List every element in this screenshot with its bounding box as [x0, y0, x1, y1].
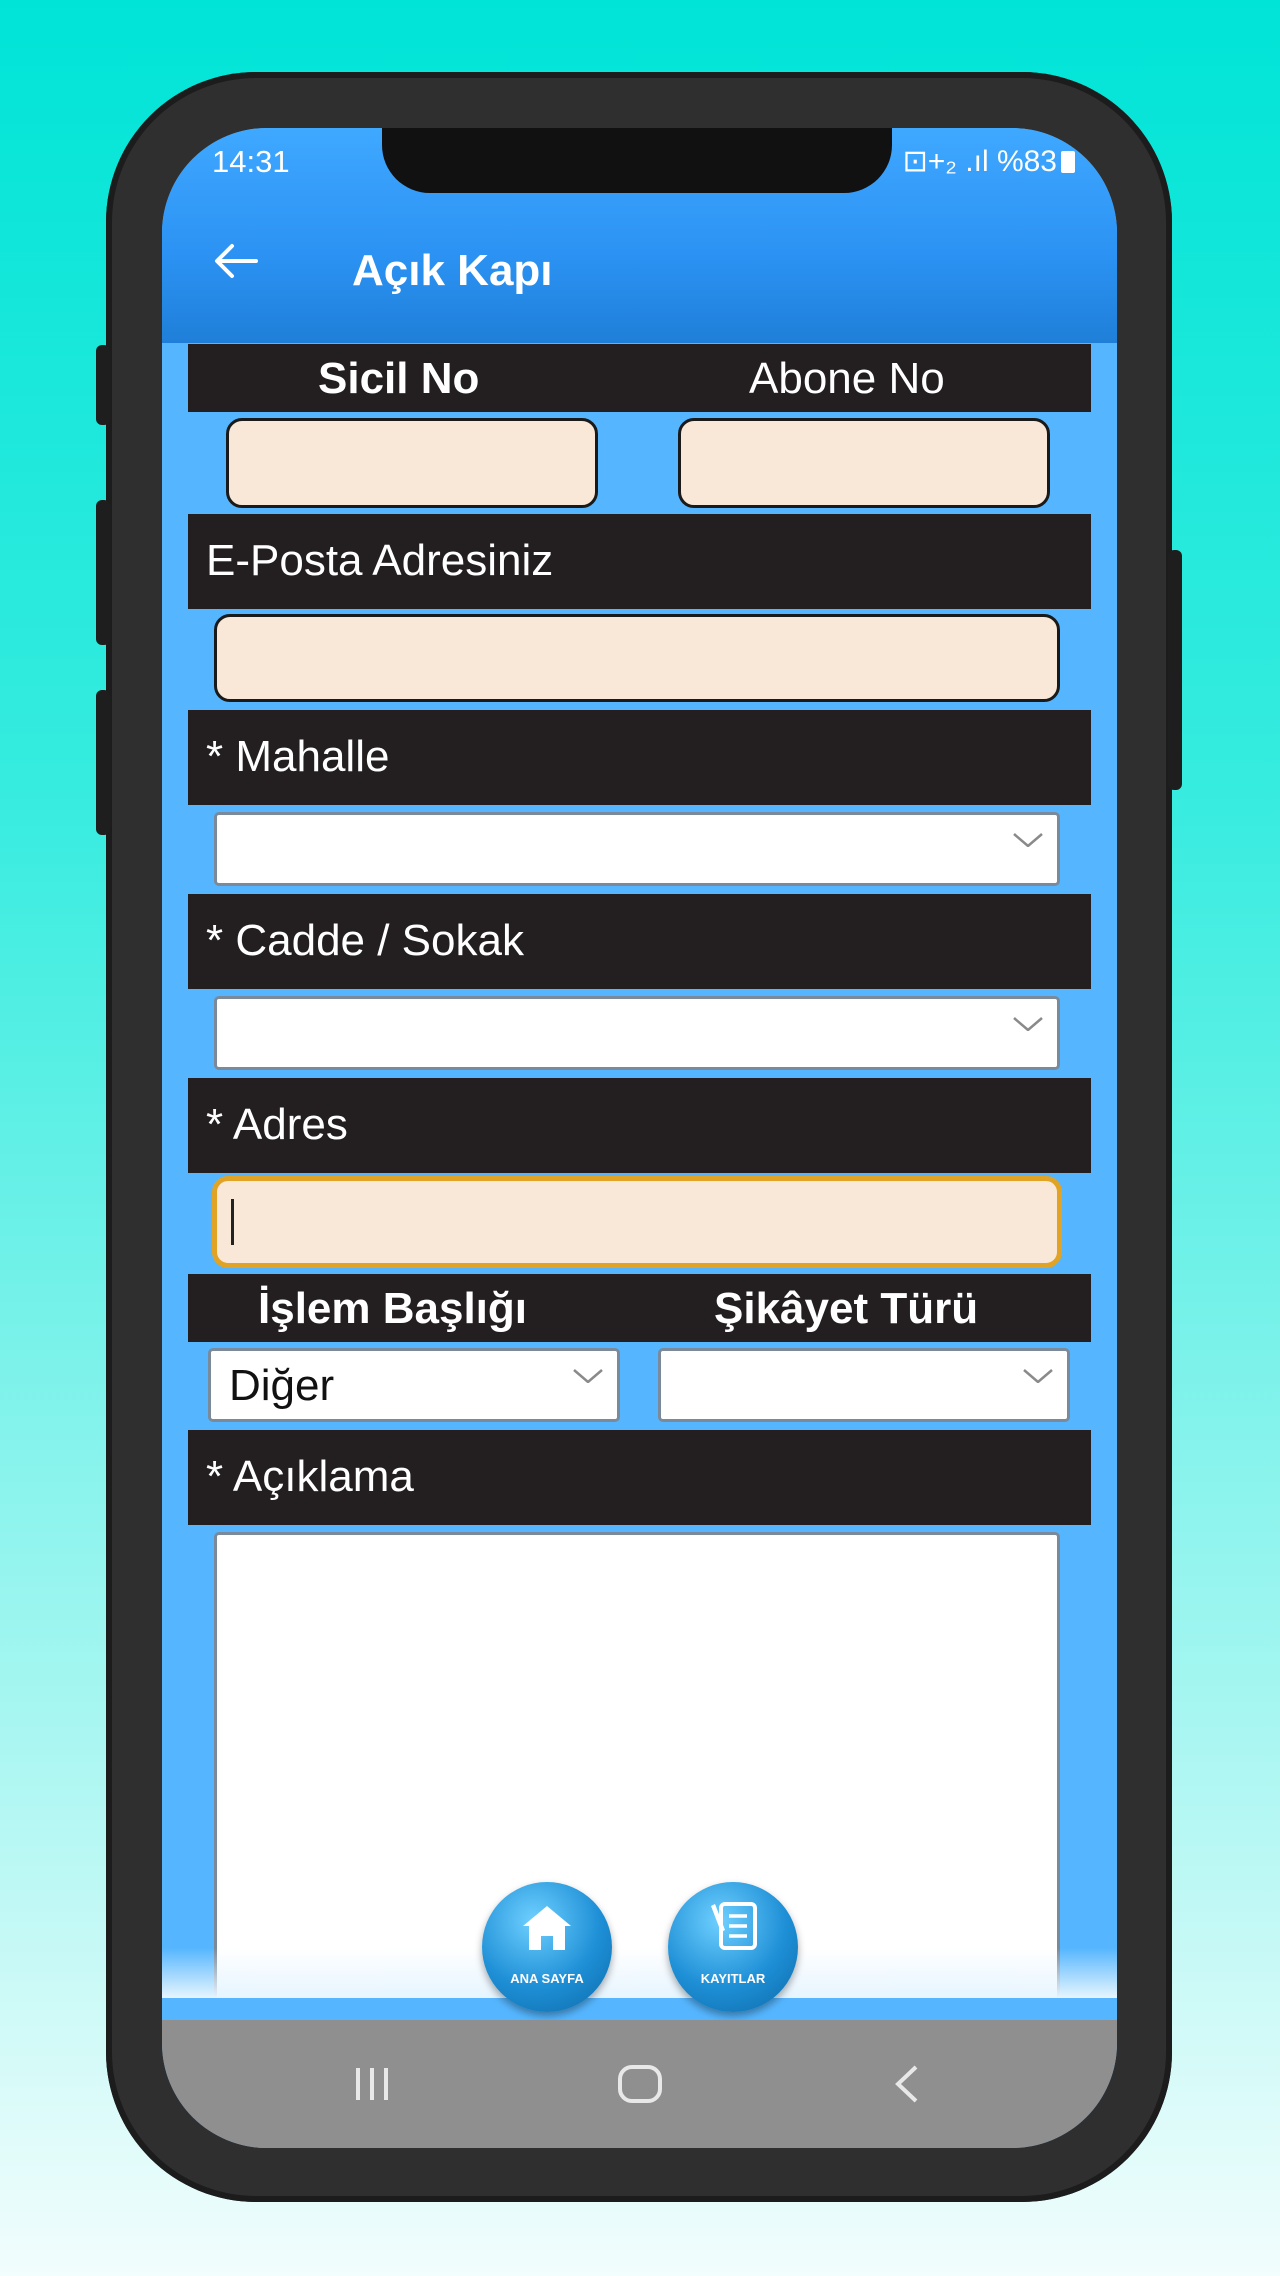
islem-basligi-label: İşlem Başlığı — [258, 1284, 528, 1333]
records-button[interactable]: KAYITLAR — [668, 1882, 798, 2012]
back-nav-icon[interactable] — [892, 2064, 922, 2104]
email-label-bar: E-Posta Adresiniz — [188, 514, 1091, 609]
cadde-label-bar: * Cadde / Sokak — [188, 894, 1091, 989]
abone-no-label: Abone No — [749, 354, 945, 403]
camera-notch — [382, 128, 892, 193]
adres-label: * Adres — [206, 1100, 348, 1149]
status-indicators: ⊡+₂ .ıl %83 — [903, 144, 1075, 179]
islem-basligi-select[interactable]: Diğer — [208, 1348, 620, 1422]
bottom-nav-strip — [162, 1998, 1117, 2020]
sicil-no-input[interactable] — [226, 418, 598, 508]
email-label: E-Posta Adresiniz — [206, 536, 554, 585]
status-time: 14:31 — [212, 144, 290, 179]
chevron-down-icon — [573, 1369, 603, 1383]
adres-input[interactable] — [212, 1176, 1062, 1268]
app-header: 14:31 ⊡+₂ .ıl %83 Açık Kapı — [162, 128, 1117, 343]
aciklama-label-bar: * Açıklama — [188, 1430, 1091, 1525]
id-labels-bar: Sicil No Abone No — [188, 344, 1091, 412]
records-button-label: KAYITLAR — [700, 1971, 766, 1986]
abone-no-input[interactable] — [678, 418, 1050, 508]
chevron-down-icon — [1023, 1369, 1053, 1383]
phone-side-button — [96, 345, 110, 425]
aciklama-label: * Açıklama — [206, 1452, 414, 1501]
recent-apps-icon[interactable] — [352, 2064, 392, 2104]
home-button-label: ANA SAYFA — [510, 1971, 584, 1986]
sicil-no-label: Sicil No — [318, 354, 480, 403]
home-button[interactable]: ANA SAYFA — [482, 1882, 612, 2012]
phone-volume-up — [96, 500, 110, 645]
phone-power-button — [1168, 550, 1182, 790]
islem-sikayet-labels-bar: İşlem Başlığı Şikâyet Türü — [188, 1274, 1091, 1342]
records-icon — [711, 1902, 757, 1950]
cadde-label: * Cadde / Sokak — [206, 916, 524, 965]
home-nav-icon[interactable] — [617, 2064, 663, 2104]
battery-icon — [1061, 151, 1075, 173]
cadde-select[interactable] — [214, 996, 1060, 1070]
chevron-down-icon — [1013, 1017, 1043, 1031]
app-screen: 14:31 ⊡+₂ .ıl %83 Açık Kapı Sicil No Abo… — [162, 128, 1117, 2148]
page-title: Açık Kapı — [352, 246, 553, 295]
home-icon — [523, 1906, 571, 1950]
bottom-fade — [162, 1948, 1117, 1998]
chevron-down-icon — [1013, 833, 1043, 847]
email-input[interactable] — [214, 614, 1060, 702]
text-cursor — [231, 1199, 234, 1245]
back-arrow-icon[interactable] — [212, 238, 258, 290]
mahalle-select[interactable] — [214, 812, 1060, 886]
sikayet-turu-select[interactable] — [658, 1348, 1070, 1422]
adres-label-bar: * Adres — [188, 1078, 1091, 1173]
mahalle-label-bar: * Mahalle — [188, 710, 1091, 805]
mahalle-label: * Mahalle — [206, 732, 390, 781]
sikayet-turu-label: Şikâyet Türü — [714, 1284, 979, 1333]
islem-basligi-value: Diğer — [229, 1361, 335, 1410]
system-nav-bar — [162, 2020, 1117, 2148]
phone-volume-down — [96, 690, 110, 835]
